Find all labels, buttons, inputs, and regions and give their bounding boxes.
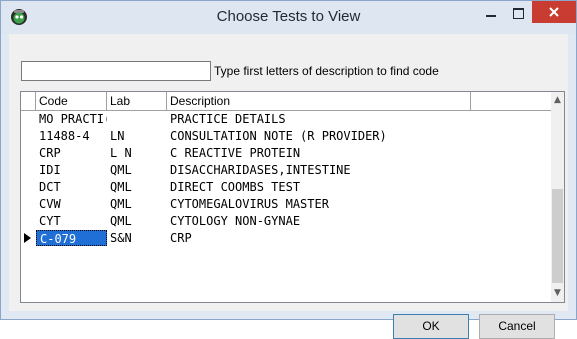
minimize-button[interactable] — [477, 1, 505, 23]
lab-cell[interactable]: S&N — [107, 230, 167, 246]
tests-grid[interactable]: Code Lab Description MO PRACTI(L PRACTIC… — [20, 91, 565, 303]
vertical-scrollbar[interactable]: ▲ ▼ — [551, 92, 564, 302]
code-cell[interactable]: CVW — [36, 196, 107, 212]
column-header-code[interactable]: Code — [36, 92, 107, 110]
lab-cell[interactable]: LN — [107, 128, 167, 144]
maximize-button[interactable] — [505, 1, 532, 23]
lab-cell[interactable]: QML — [107, 213, 167, 229]
grid-header: Code Lab Description — [21, 92, 551, 111]
table-row[interactable]: CRP L N C REACTIVE PROTEIN — [21, 145, 551, 161]
scroll-up-icon[interactable]: ▲ — [551, 92, 564, 109]
description-cell[interactable]: CRP — [167, 230, 551, 246]
column-header-lab[interactable]: Lab — [107, 92, 167, 110]
description-cell[interactable]: C REACTIVE PROTEIN — [167, 145, 551, 161]
maximize-icon — [513, 8, 524, 19]
description-cell[interactable]: DIRECT COOMBS TEST — [167, 179, 551, 195]
description-cell[interactable]: CYTOMEGALOVIRUS MASTER — [167, 196, 551, 212]
search-hint: Type first letters of description to fin… — [214, 64, 439, 78]
description-cell[interactable]: CYTOLOGY NON-GYNAE — [167, 213, 551, 229]
title-bar[interactable]: Choose Tests to View — [1, 1, 576, 34]
code-cell[interactable]: 11488-4 — [36, 128, 107, 144]
table-row[interactable]: CVW QML CYTOMEGALOVIRUS MASTER — [21, 196, 551, 212]
code-cell[interactable]: IDI — [36, 162, 107, 178]
minimize-icon — [486, 15, 496, 17]
table-row[interactable]: IDI QML DISACCHARIDASES,INTESTINE — [21, 162, 551, 178]
table-row[interactable]: CYT QML CYTOLOGY NON-GYNAE — [21, 213, 551, 229]
description-cell[interactable]: CONSULTATION NOTE (R PROVIDER) — [167, 128, 551, 144]
header-corner — [21, 92, 36, 110]
search-input[interactable] — [21, 61, 211, 81]
code-cell[interactable]: DCT — [36, 179, 107, 195]
lab-cell[interactable]: QML — [107, 196, 167, 212]
lab-cell[interactable]: QML — [107, 179, 167, 195]
table-row[interactable]: MO PRACTI(L PRACTICE DETAILS — [21, 111, 551, 127]
dialog-window: Choose Tests to View Type first letters … — [0, 0, 577, 339]
close-icon — [549, 7, 559, 17]
close-button[interactable] — [532, 1, 576, 23]
lab-cell[interactable]: QML — [107, 162, 167, 178]
cancel-button[interactable]: Cancel — [479, 314, 555, 339]
dialog-client: Type first letters of description to fin… — [9, 34, 568, 339]
scroll-down-icon[interactable]: ▼ — [551, 285, 564, 302]
lab-cell[interactable] — [107, 111, 167, 127]
code-cell[interactable]: CYT — [36, 213, 107, 229]
ok-button[interactable]: OK — [393, 314, 469, 339]
current-row-pointer-icon — [24, 233, 31, 243]
description-cell[interactable]: PRACTICE DETAILS — [167, 111, 551, 127]
table-row-selected[interactable]: C-079 S&N CRP — [21, 230, 551, 246]
code-cell[interactable]: MO PRACTI(L — [36, 111, 107, 127]
description-cell[interactable]: DISACCHARIDASES,INTESTINE — [167, 162, 551, 178]
code-cell[interactable]: C-079 — [36, 230, 107, 246]
table-row[interactable]: DCT QML DIRECT COOMBS TEST — [21, 179, 551, 195]
table-row[interactable]: 11488-4 LN CONSULTATION NOTE (R PROVIDER… — [21, 128, 551, 144]
column-header-description[interactable]: Description — [167, 92, 471, 110]
lab-cell[interactable]: L N — [107, 145, 167, 161]
scroll-thumb[interactable] — [552, 189, 563, 283]
code-cell[interactable]: CRP — [36, 145, 107, 161]
